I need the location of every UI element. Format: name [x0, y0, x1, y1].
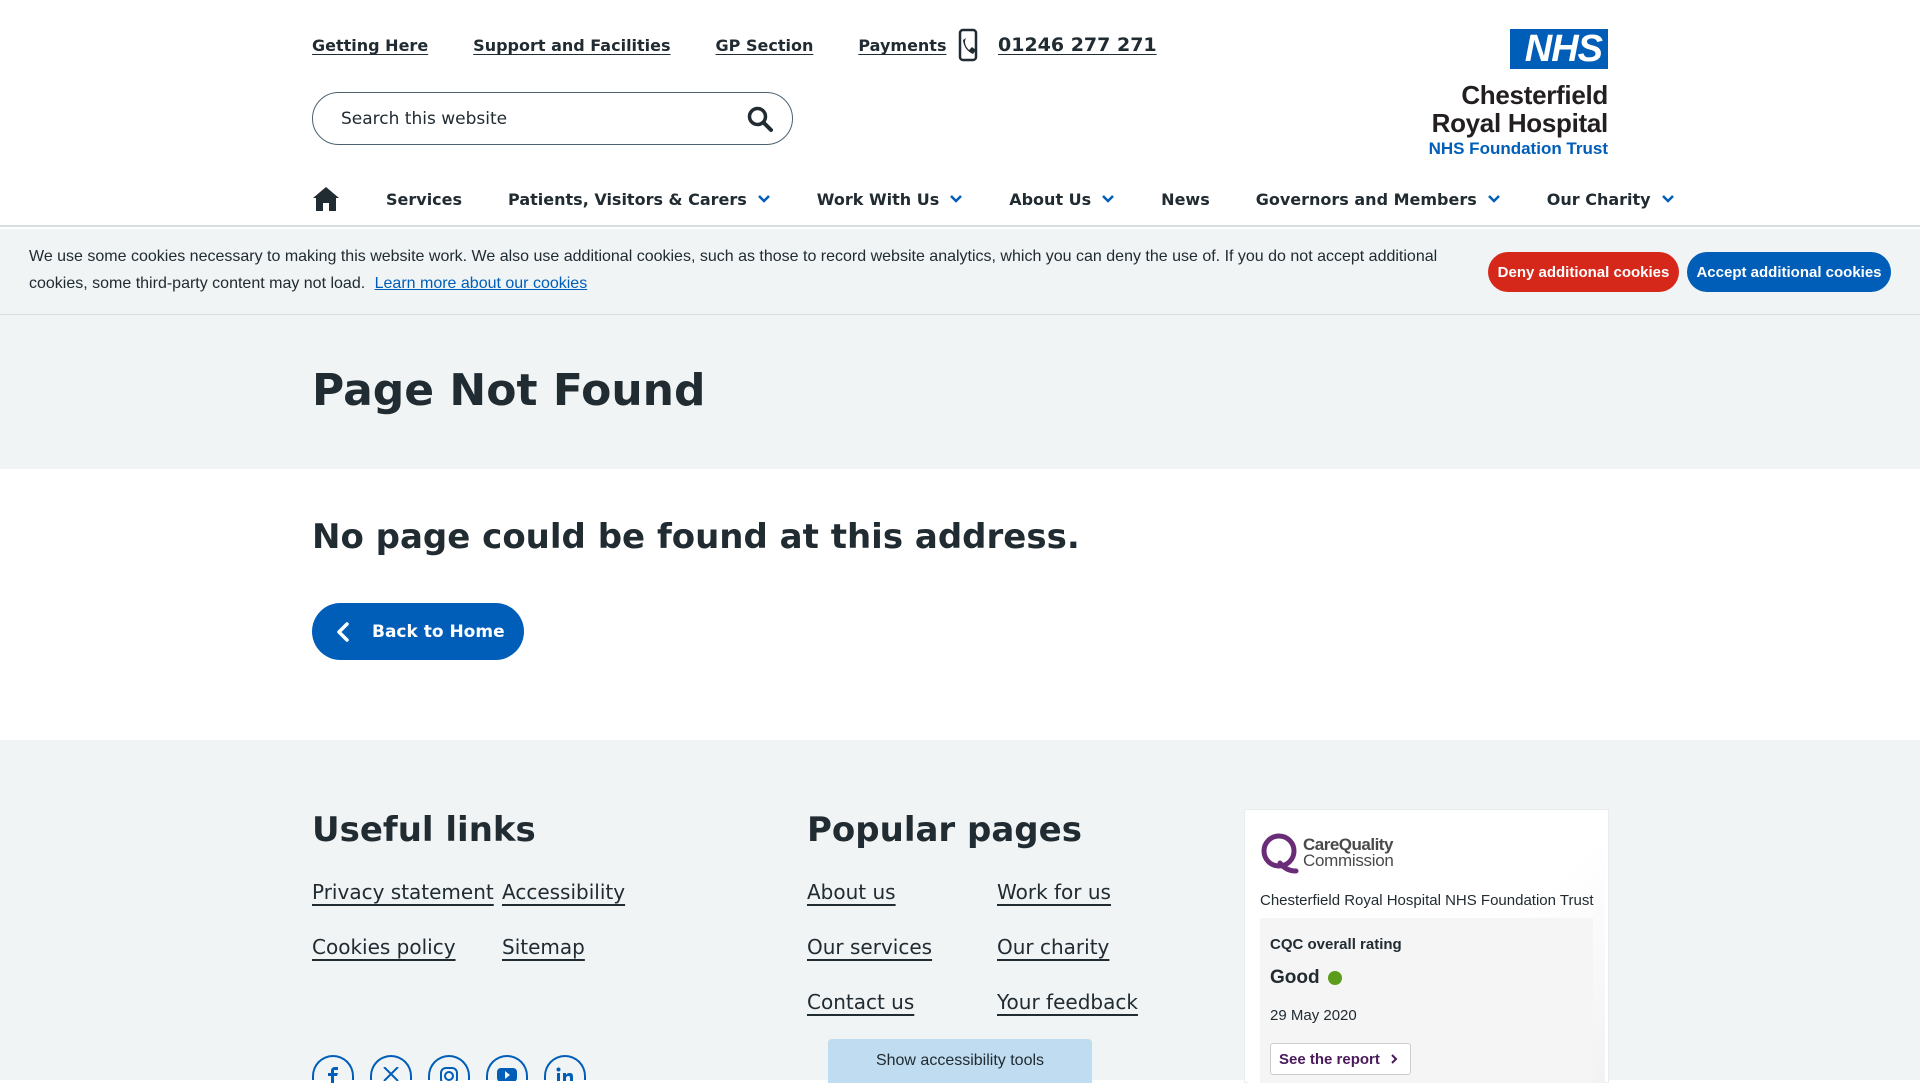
chevron-left-icon	[337, 621, 349, 642]
x-icon	[383, 1067, 399, 1081]
rating-status-dot-icon	[1327, 971, 1342, 985]
cqc-q-icon	[1261, 833, 1299, 874]
cqc-rating-widget: CareQuality Commission Chesterfield Roya…	[1245, 810, 1608, 1083]
sitemap-link[interactable]: Sitemap	[502, 935, 585, 959]
work-for-us-link[interactable]: Work for us	[997, 880, 1111, 904]
search-input[interactable]	[341, 108, 744, 129]
logo-line-1: Chesterfield	[1461, 80, 1608, 110]
nav-item-news[interactable]: News	[1161, 190, 1210, 209]
nav-item-governors-members[interactable]: Governors and Members	[1256, 190, 1501, 209]
site-footer: Useful links Popular pages	[0, 740, 1920, 1080]
logo-line-2: Royal Hospital	[1431, 108, 1609, 138]
chevron-down-icon	[1102, 195, 1115, 203]
search-box	[312, 92, 793, 145]
site-header: Getting Here Support and Facilities GP S…	[0, 0, 1920, 227]
cookie-learn-more-link[interactable]: Learn more about our cookies	[375, 275, 588, 292]
cqc-brand-line-2: Commission	[1303, 851, 1394, 870]
useful-links-heading: Useful links	[312, 810, 536, 850]
facebook-icon	[328, 1067, 338, 1083]
search-button[interactable]	[744, 103, 776, 135]
privacy-statement-link[interactable]: Privacy statement	[312, 880, 494, 904]
youtube-icon	[497, 1068, 517, 1081]
chevron-down-icon	[1487, 195, 1500, 203]
nav-item-about-us[interactable]: About Us	[1009, 190, 1115, 209]
phone-contact: 01246 277 271	[956, 28, 1157, 62]
show-accessibility-tools-button[interactable]: Show accessibility tools	[828, 1039, 1092, 1083]
cqc-rating-text: Good	[1270, 967, 1320, 988]
popular-pages-heading: Popular pages	[807, 810, 1082, 850]
logo-line-3: NHS Foundation Trust	[1428, 139, 1608, 158]
phone-number-link[interactable]: 01246 277 271	[998, 34, 1157, 56]
page-title-band: Page Not Found	[0, 315, 1920, 469]
back-to-home-label: Back to Home	[372, 621, 505, 642]
search-icon	[747, 106, 773, 132]
accept-cookies-button[interactable]: Accept additional cookies	[1687, 252, 1891, 292]
chevron-down-icon	[1661, 195, 1674, 203]
getting-here-link[interactable]: Getting Here	[312, 36, 428, 55]
cqc-logo: CareQuality Commission	[1260, 831, 1394, 875]
back-to-home-button[interactable]: Back to Home	[312, 603, 524, 660]
cqc-trust-name: Chesterfield Royal Hospital NHS Foundati…	[1260, 892, 1594, 909]
cqc-rating-value: Good	[1270, 967, 1342, 989]
gp-section-link[interactable]: GP Section	[716, 36, 814, 55]
see-report-button[interactable]: See the report	[1270, 1043, 1411, 1075]
nav-item-patients-visitors-carers[interactable]: Patients, Visitors & Carers	[508, 190, 771, 209]
main-content: No page could be found at this address. …	[0, 469, 1920, 740]
page-title: Page Not Found	[312, 365, 706, 416]
linkedin-icon	[556, 1067, 573, 1081]
phone-icon	[958, 28, 978, 62]
cookie-banner: We use some cookies necessary to making …	[0, 229, 1920, 315]
payments-link[interactable]: Payments	[858, 36, 946, 55]
chevron-down-icon	[757, 195, 770, 203]
chevron-right-icon	[1391, 1054, 1398, 1064]
main-nav: Services Patients, Visitors & Carers Wor…	[312, 186, 1675, 212]
nav-item-work-with-us[interactable]: Work With Us	[817, 190, 963, 209]
deny-cookies-button[interactable]: Deny additional cookies	[1488, 252, 1679, 292]
chevron-down-icon	[950, 195, 963, 203]
home-icon[interactable]	[312, 186, 340, 212]
top-links: Getting Here Support and Facilities GP S…	[312, 36, 946, 55]
cqc-brand-words: CareQuality Commission	[1303, 836, 1394, 870]
about-us-link[interactable]: About us	[807, 880, 896, 904]
contact-us-link[interactable]: Contact us	[807, 990, 914, 1014]
cqc-rating-label: CQC overall rating	[1270, 936, 1402, 953]
trust-logo[interactable]: NHS Chesterfield Royal Hospital NHS Foun…	[1400, 29, 1608, 161]
nav-item-our-charity[interactable]: Our Charity	[1547, 190, 1675, 209]
nav-item-services[interactable]: Services	[386, 190, 462, 209]
cookie-message: We use some cookies necessary to making …	[29, 248, 1438, 292]
our-charity-link[interactable]: Our charity	[997, 935, 1109, 959]
cqc-widget-body: CareQuality Commission Chesterfield Roya…	[1248, 813, 1605, 1083]
cookies-policy-link[interactable]: Cookies policy	[312, 935, 456, 959]
cqc-rating-date: 29 May 2020	[1270, 1007, 1357, 1024]
your-feedback-link[interactable]: Your feedback	[997, 990, 1138, 1014]
accessibility-link[interactable]: Accessibility	[502, 880, 625, 904]
nhs-logo-badge: NHS	[1510, 29, 1608, 69]
our-services-link[interactable]: Our services	[807, 935, 932, 959]
cqc-rating-panel: CQC overall rating Good 29 May 2020 See …	[1260, 918, 1593, 1083]
support-facilities-link[interactable]: Support and Facilities	[473, 36, 670, 55]
not-found-message: No page could be found at this address.	[312, 517, 1080, 557]
instagram-icon	[440, 1067, 458, 1081]
see-report-label: See the report	[1279, 1050, 1380, 1068]
